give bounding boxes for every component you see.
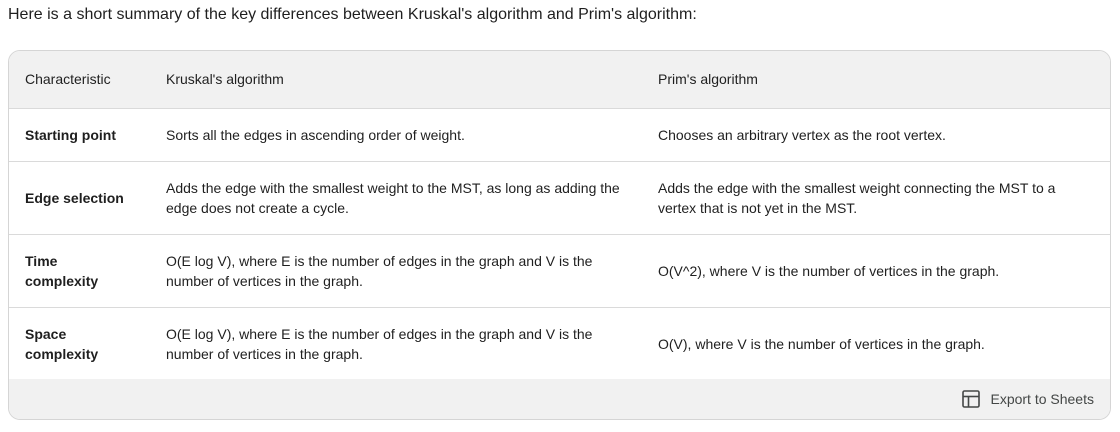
prim-cell: O(V), where V is the number of vertices … bbox=[642, 307, 1110, 381]
header-prim: Prim's algorithm bbox=[642, 51, 1110, 109]
export-label: Export to Sheets bbox=[990, 391, 1094, 407]
kruskal-cell: O(E log V), where E is the number of edg… bbox=[150, 307, 642, 381]
kruskal-cell: O(E log V), where E is the number of edg… bbox=[150, 234, 642, 308]
table-row: Starting point Sorts all the edges in as… bbox=[9, 108, 1110, 162]
header-kruskal: Kruskal's algorithm bbox=[150, 51, 642, 109]
export-to-sheets-button[interactable]: Export to Sheets bbox=[962, 390, 1094, 408]
row-label: Starting point bbox=[9, 108, 150, 162]
row-label: Time complexity bbox=[9, 234, 150, 308]
table-row: Edge selection Adds the edge with the sm… bbox=[9, 161, 1110, 235]
row-label: Space complexity bbox=[9, 307, 150, 381]
table-header-row: Characteristic Kruskal's algorithm Prim'… bbox=[9, 51, 1110, 109]
kruskal-cell: Adds the edge with the smallest weight t… bbox=[150, 161, 642, 235]
table-row: Time complexity O(E log V), where E is t… bbox=[9, 234, 1110, 308]
kruskal-cell: Sorts all the edges in ascending order o… bbox=[150, 108, 642, 162]
prim-cell: Chooses an arbitrary vertex as the root … bbox=[642, 108, 1110, 162]
comparison-table: Characteristic Kruskal's algorithm Prim'… bbox=[9, 51, 1110, 381]
table-grid-icon bbox=[962, 390, 981, 408]
prim-cell: Adds the edge with the smallest weight c… bbox=[642, 161, 1110, 235]
table-footer: Export to Sheets bbox=[9, 379, 1110, 419]
table-row: Space complexity O(E log V), where E is … bbox=[9, 307, 1110, 381]
comparison-table-card: Characteristic Kruskal's algorithm Prim'… bbox=[8, 50, 1111, 420]
header-characteristic: Characteristic bbox=[9, 51, 150, 109]
prim-cell: O(V^2), where V is the number of vertice… bbox=[642, 234, 1110, 308]
intro-text: Here is a short summary of the key diffe… bbox=[8, 6, 697, 23]
row-label: Edge selection bbox=[9, 161, 150, 235]
